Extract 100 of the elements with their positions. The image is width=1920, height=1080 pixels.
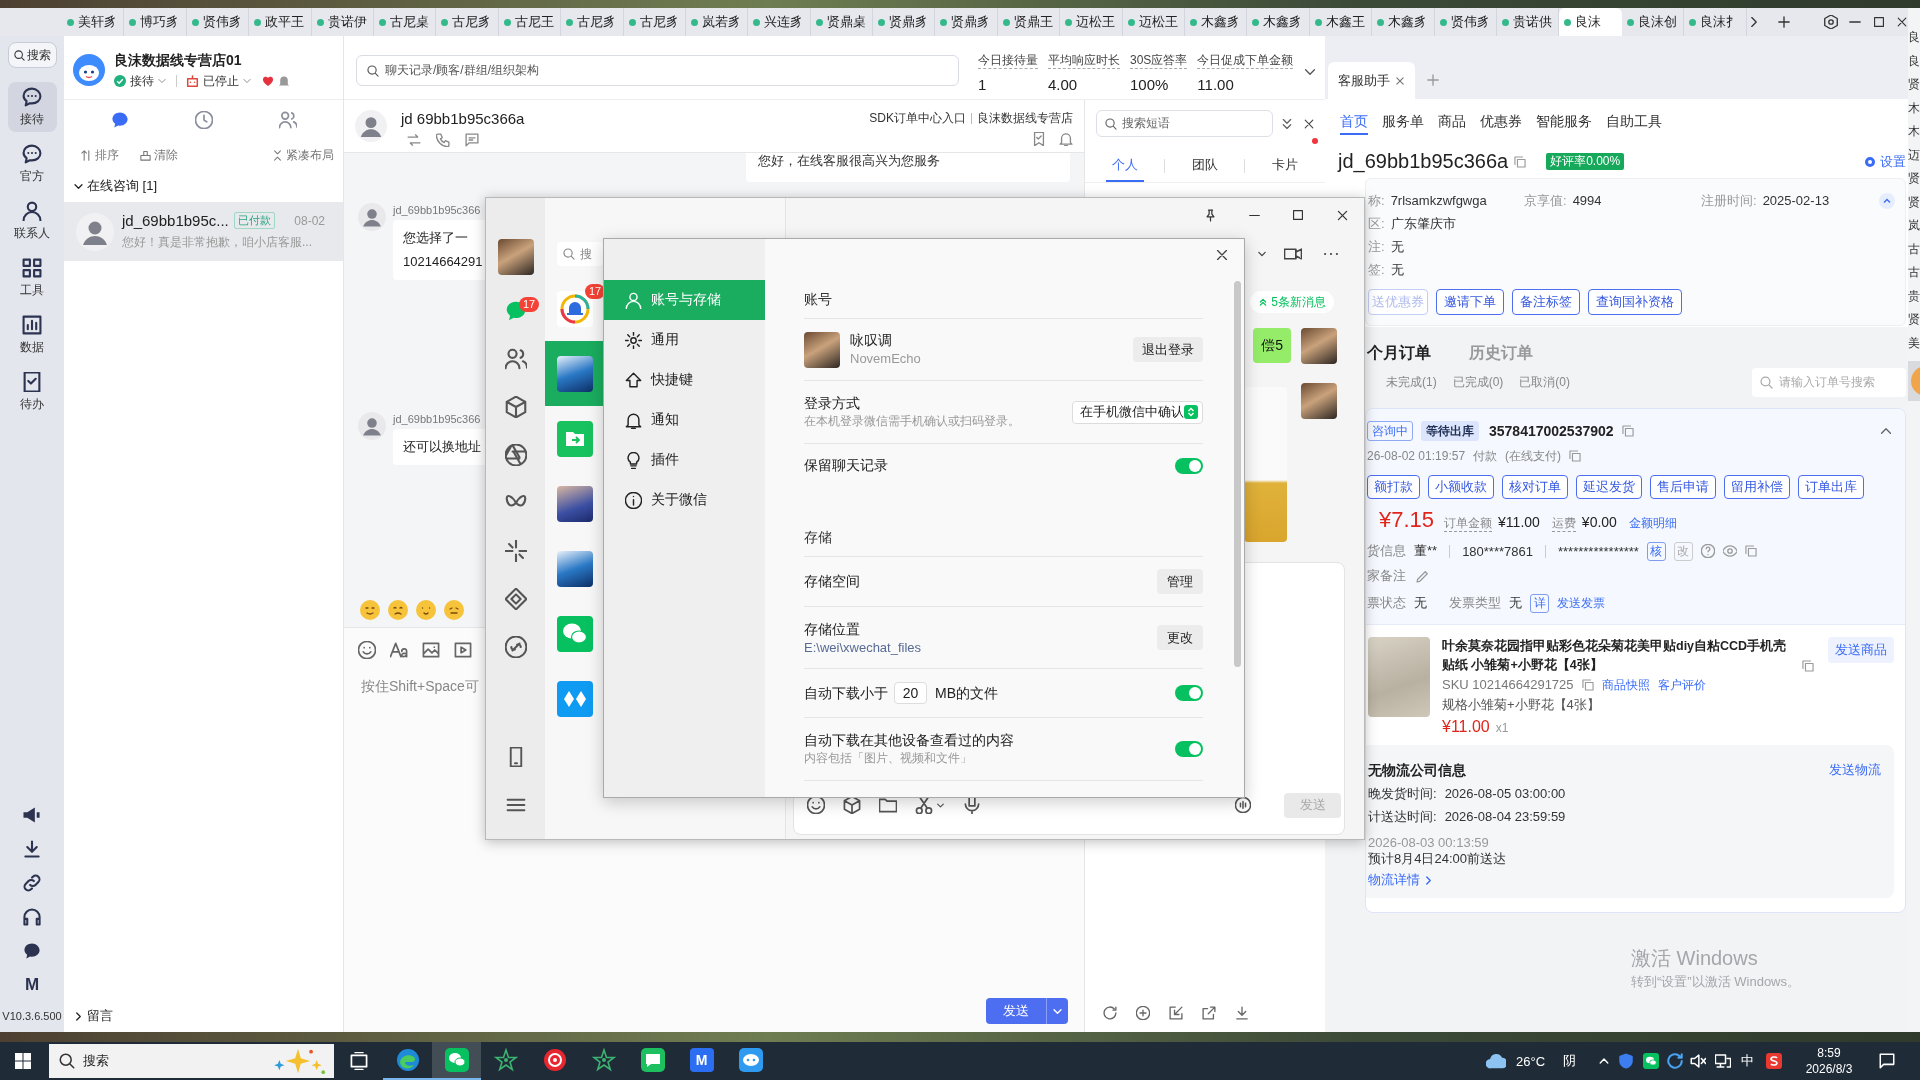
bell-icon[interactable]	[278, 75, 290, 87]
order-action-button[interactable]: 订单出库	[1798, 475, 1864, 499]
tab-label[interactable]: 古	[1908, 261, 1920, 285]
nav-item[interactable]: 官方	[7, 139, 57, 189]
scissors-icon[interactable]	[915, 796, 933, 814]
tab-label[interactable]: 木	[1908, 120, 1920, 144]
shop-tab[interactable]: 木鑫豸	[1247, 8, 1310, 36]
app-icon[interactable]	[1766, 1053, 1782, 1069]
order-action-button[interactable]: 小额收款	[1428, 475, 1494, 499]
phrase-tab[interactable]: 卡片	[1265, 150, 1304, 182]
send-button[interactable]: 发送	[986, 998, 1046, 1024]
contacts-icon[interactable]	[504, 348, 527, 370]
nav-tab[interactable]: 服务单	[1382, 99, 1424, 135]
nav-item[interactable]: 接待	[7, 82, 57, 132]
caret-icon[interactable]	[936, 800, 945, 810]
shop-tab[interactable]: 良沫	[1559, 8, 1622, 36]
import-icon[interactable]	[1169, 1006, 1183, 1020]
tab-label[interactable]: 贤	[1908, 73, 1920, 97]
toggle-switch[interactable]	[1175, 741, 1203, 757]
emoji-icon[interactable]	[416, 600, 436, 620]
shop-tab[interactable]: 古尼豸	[623, 8, 686, 36]
task-view-icon[interactable]	[350, 1052, 368, 1070]
chat-bubble-icon[interactable]	[23, 942, 41, 960]
video-call-icon[interactable]	[1284, 245, 1302, 263]
copy-icon[interactable]	[1744, 545, 1757, 557]
video-icon[interactable]	[454, 641, 472, 659]
taskbar-app[interactable]: M	[677, 1042, 726, 1080]
refresh-icon[interactable]	[1103, 1006, 1117, 1020]
close-icon[interactable]	[1895, 16, 1908, 28]
settings-menu-item[interactable]: 通用	[604, 320, 765, 360]
copy-icon[interactable]	[1514, 155, 1527, 168]
conversation-item[interactable]: jd_69bb1b95c... 已付款 08-02 您好！真是非常抱歉，咱小店客服...	[64, 202, 343, 261]
megaphone-icon[interactable]	[23, 806, 41, 824]
tab-label[interactable]: 良	[1908, 26, 1920, 50]
search-field[interactable]: 搜索	[49, 1044, 334, 1078]
tab-label[interactable]: 贵	[1908, 284, 1920, 308]
nav-tab[interactable]: 首页	[1340, 99, 1368, 135]
action-button[interactable]: 查询国补资格	[1588, 289, 1682, 315]
share-icon[interactable]	[1202, 1006, 1216, 1020]
smiley-icon[interactable]	[358, 641, 376, 659]
send-invoice-link[interactable]: 发送发票	[1557, 594, 1605, 612]
search-field[interactable]: 聊天记录/顾客/群组/组织架构	[356, 55, 959, 86]
copy-icon[interactable]	[1802, 660, 1814, 672]
logout-button[interactable]: 退出登录	[1133, 337, 1203, 362]
select-field[interactable]: 在手机微信中确认	[1072, 400, 1203, 424]
headset-icon[interactable]	[23, 908, 41, 926]
aperture-icon[interactable]	[504, 444, 527, 466]
maximize-icon[interactable]	[1292, 209, 1304, 221]
bell-icon[interactable]	[1059, 132, 1073, 146]
search-field[interactable]: 搜索短语	[1096, 110, 1273, 137]
toggle-switch[interactable]	[1175, 685, 1203, 701]
phrase-tab[interactable]: 团队	[1185, 150, 1224, 182]
setting-button[interactable]: 更改	[1157, 625, 1203, 650]
settings-menu-item[interactable]: 通知	[604, 400, 765, 440]
verify-button[interactable]: 核	[1646, 541, 1666, 561]
heart-icon[interactable]	[262, 75, 274, 87]
tab-label[interactable]: 迈	[1908, 143, 1920, 167]
robot-status-dropdown[interactable]: 已停止	[203, 72, 252, 90]
shop-tab[interactable]: 贤鼎豸	[935, 8, 998, 36]
reception-dropdown[interactable]: 接待	[130, 72, 167, 90]
shop-tab[interactable]: 古尼桌	[373, 8, 437, 36]
eye-icon[interactable]	[1722, 544, 1737, 558]
smiley-icon[interactable]	[807, 796, 825, 814]
close-icon[interactable]	[1215, 248, 1229, 262]
shop-tab[interactable]: 古尼豸	[436, 8, 499, 36]
shop-tab[interactable]: 古尼王	[498, 8, 562, 36]
link-icon[interactable]	[504, 636, 527, 658]
nav-tab[interactable]: 优惠券	[1480, 99, 1522, 135]
nav-tab[interactable]: 智能服务	[1536, 99, 1592, 135]
settings-menu-item[interactable]: 关于微信	[604, 480, 765, 520]
setting-button[interactable]: 管理	[1157, 569, 1203, 594]
help-icon[interactable]	[1700, 544, 1715, 558]
emoji-icon[interactable]	[444, 600, 464, 620]
customer-review-link[interactable]: 客户评价	[1657, 676, 1706, 694]
shop-tab[interactable]: 贤鼎豸	[873, 8, 936, 36]
nav-item[interactable]: 联系人	[7, 196, 57, 246]
bookmark-icon[interactable]	[1032, 132, 1046, 146]
taskbar-app[interactable]	[432, 1042, 481, 1080]
tab-label[interactable]: 古	[1908, 237, 1920, 261]
message-icon[interactable]	[465, 133, 479, 147]
add-tab-icon[interactable]	[1776, 15, 1791, 29]
copy-icon[interactable]	[1569, 450, 1582, 462]
network-icon[interactable]	[1715, 1053, 1731, 1069]
add-icon[interactable]	[1136, 1006, 1150, 1020]
phone-icon[interactable]	[436, 133, 450, 147]
number-input-field[interactable]: 20	[894, 682, 927, 704]
header-link[interactable]: 良沫数据线专营店	[977, 110, 1073, 127]
nav-item[interactable]: 工具	[7, 253, 57, 303]
nav-tab[interactable]: 自助工具	[1606, 99, 1662, 135]
m-logo[interactable]: M	[24, 968, 40, 1002]
shop-tab[interactable]: 迈松王	[1122, 8, 1186, 36]
nav-tab[interactable]: 商品	[1438, 99, 1466, 135]
link-icon[interactable]	[23, 874, 41, 892]
shop-tab[interactable]: 木鑫豸	[1185, 8, 1248, 36]
shop-tab[interactable]: 贤鼎王	[997, 8, 1061, 36]
microphone-icon[interactable]	[963, 796, 981, 814]
emoji-icon[interactable]	[360, 600, 380, 620]
shop-tab[interactable]: 兴连豸	[748, 8, 811, 36]
nav-item[interactable]: 数据	[7, 310, 57, 360]
tab-label[interactable]: 美	[1908, 331, 1920, 355]
